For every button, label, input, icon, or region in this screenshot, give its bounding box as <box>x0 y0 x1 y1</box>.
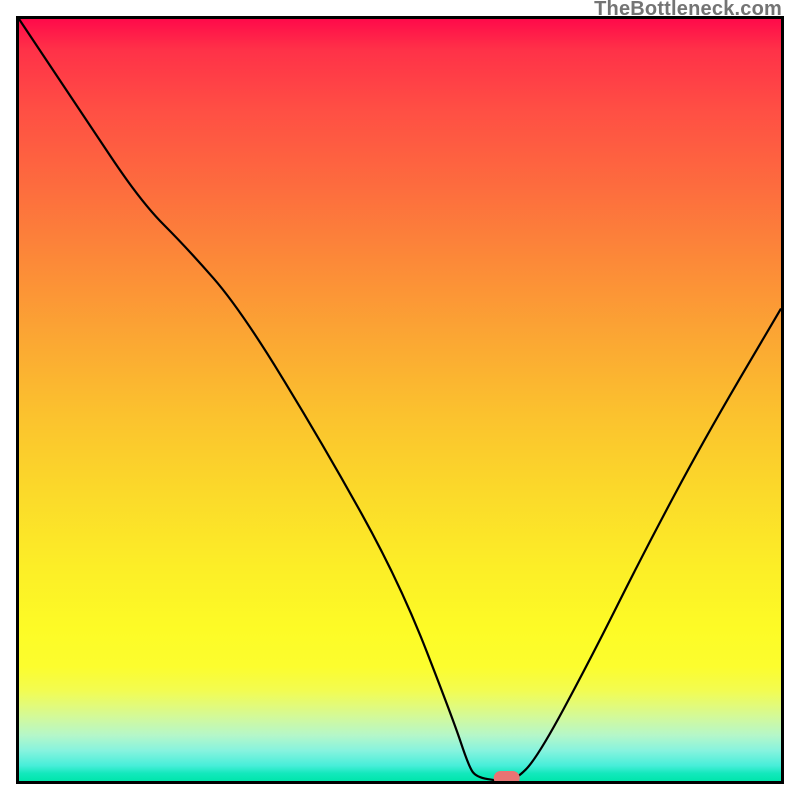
curve-svg <box>19 19 781 781</box>
chart-container: TheBottleneck.com <box>0 0 800 800</box>
bottleneck-curve <box>19 19 781 781</box>
optimal-point-marker <box>494 771 520 781</box>
plot-area <box>16 16 784 784</box>
